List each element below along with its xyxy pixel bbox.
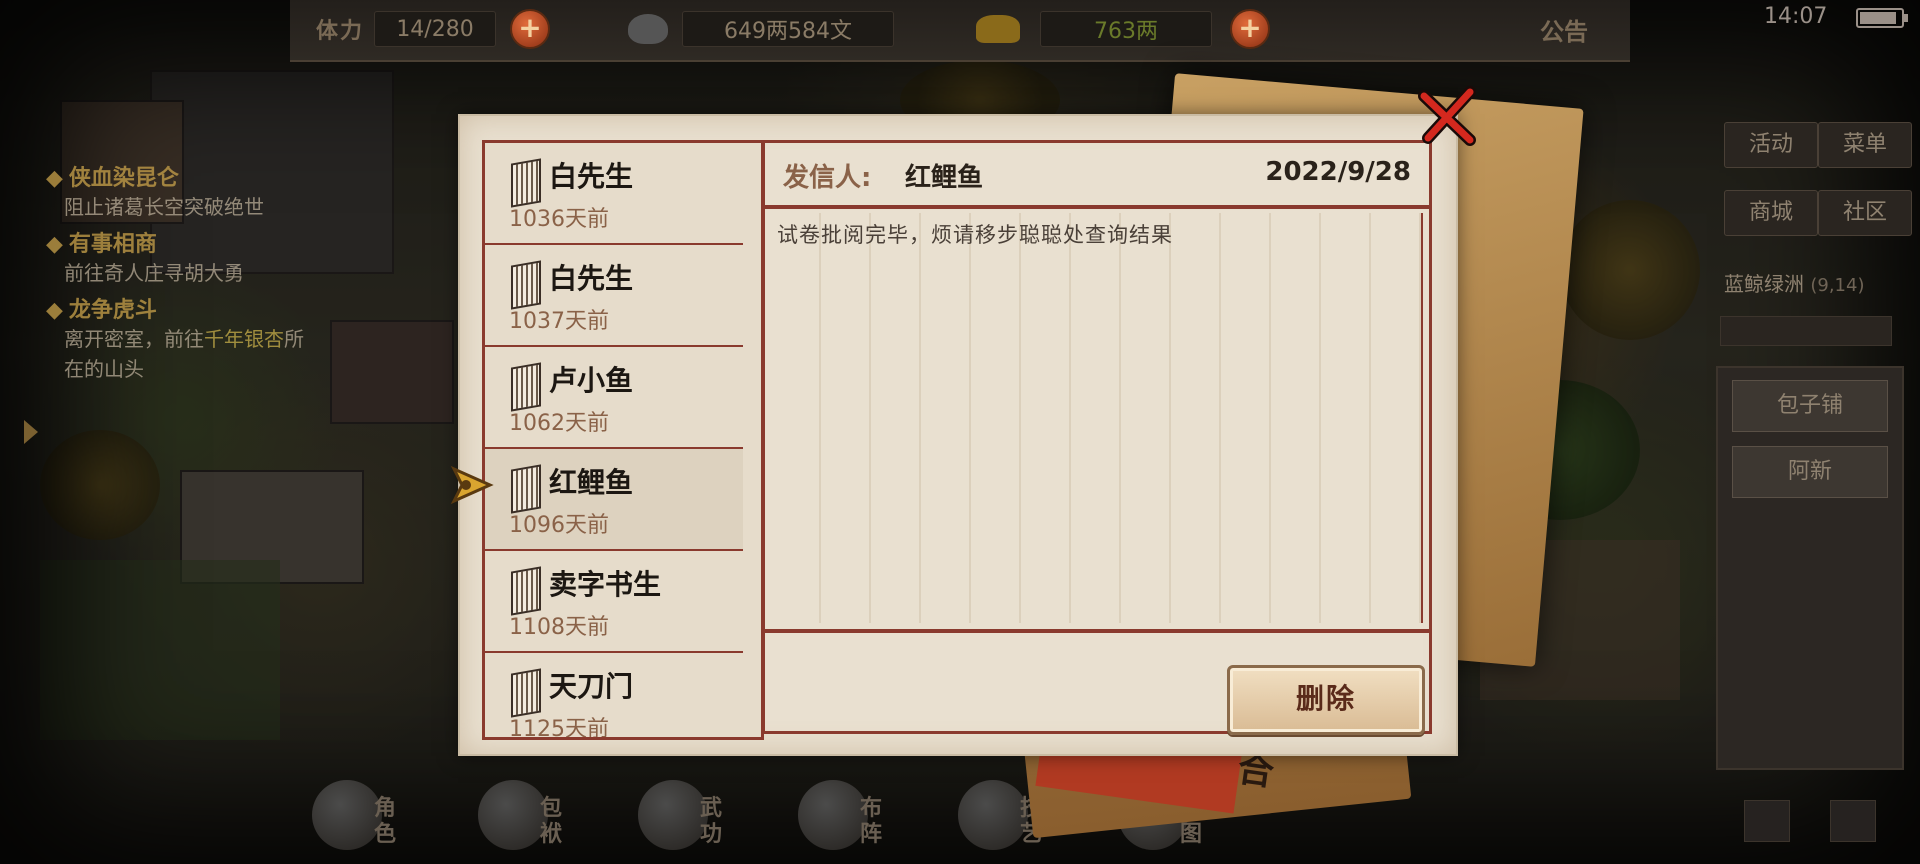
mail-sender: 白先生 xyxy=(549,160,634,193)
location-label[interactable]: 蓝鲸绿洲 (9,14) xyxy=(1724,268,1864,297)
quest-highlight: 千年银杏 xyxy=(204,327,284,351)
notice-button[interactable]: 公告 xyxy=(1540,12,1588,47)
close-icon[interactable] xyxy=(1416,84,1480,148)
nav-bag[interactable]: 包袱 xyxy=(470,770,590,860)
diamond-icon: ◆ xyxy=(46,298,63,323)
mail-age: 1108天前 xyxy=(509,615,609,640)
npc-item-axin[interactable]: 阿新 xyxy=(1732,446,1888,498)
activity-button[interactable]: 活动 xyxy=(1724,122,1818,168)
npc-panel: 包子铺 阿新 xyxy=(1716,366,1904,770)
nav-character[interactable]: 角色 xyxy=(304,770,424,860)
mail-age: 1125天前 xyxy=(509,717,609,740)
money-group: 649两584文 xyxy=(628,10,894,48)
mail-list-item[interactable]: 天刀门 1125天前 xyxy=(485,653,743,740)
mail-sender: 白先生 xyxy=(549,262,634,295)
money-bag-icon xyxy=(628,14,668,44)
add-gold-button[interactable]: + xyxy=(1230,9,1270,49)
mail-list-item[interactable]: 卖字书生 1108天前 xyxy=(485,551,743,653)
quest-tracker[interactable]: ◆ 侠血染昆仑 阻止诸葛长空突破绝世 ◆ 有事相商 前往奇人庄寻胡大勇 ◆ 龙争虎斗 … xyxy=(46,156,316,384)
mail-age: 1062天前 xyxy=(509,411,609,436)
mail-sender: 天刀门 xyxy=(549,670,634,703)
mail-footer-divider xyxy=(765,629,1429,633)
menu-button[interactable]: 菜单 xyxy=(1818,122,1912,168)
quest-title[interactable]: ◆ 有事相商 xyxy=(46,226,316,258)
selection-pointer-icon xyxy=(450,465,494,505)
mail-header: 发信人: 红鲤鱼 2022/9/28 xyxy=(765,143,1429,209)
mail-list-item-selected[interactable]: 红鲤鱼 1096天前 xyxy=(485,449,743,551)
nav-formation[interactable]: 布阵 xyxy=(790,770,910,860)
community-button[interactable]: 社区 xyxy=(1818,190,1912,236)
mail-date: 2022/9/28 xyxy=(1265,157,1411,187)
mail-age: 1037天前 xyxy=(509,309,609,334)
bottom-nav-bar: 角色 包袱 武功 布阵 技艺 地图 xyxy=(300,770,1680,864)
stamina-label: 体力 xyxy=(316,19,365,44)
bag-icon xyxy=(478,780,548,850)
quest-desc: 前往奇人庄寻胡大勇 xyxy=(64,261,244,285)
sender-name: 红鲤鱼 xyxy=(905,163,984,193)
shop-button[interactable]: 商城 xyxy=(1724,190,1818,236)
delete-button[interactable]: 删除 xyxy=(1227,665,1425,735)
mail-sender: 卖字书生 xyxy=(549,568,662,601)
diamond-icon: ◆ xyxy=(46,232,63,257)
npc-item-baozipu[interactable]: 包子铺 xyxy=(1732,380,1888,432)
mail-dialog: 白先生 1036天前 白先生 1037天前 卢小鱼 1062天前 红鲤鱼 109… xyxy=(458,114,1458,756)
nav-martial[interactable]: 武功 xyxy=(630,770,750,860)
quest-desc: 阻止诸葛长空突破绝世 xyxy=(64,195,264,219)
bagua-icon xyxy=(798,780,868,850)
quest-title[interactable]: ◆ 侠血染昆仑 xyxy=(46,160,316,192)
minimap-strip[interactable] xyxy=(1720,316,1892,346)
mail-age: 1096天前 xyxy=(509,513,609,538)
mail-sender: 卢小鱼 xyxy=(549,364,634,397)
mail-sender: 红鲤鱼 xyxy=(549,466,634,499)
mail-list[interactable]: 白先生 1036天前 白先生 1037天前 卢小鱼 1062天前 红鲤鱼 109… xyxy=(482,140,764,740)
system-clock: 14:07 xyxy=(1764,4,1828,29)
character-icon xyxy=(312,780,382,850)
gold-ingot-icon xyxy=(976,15,1020,43)
gold-group: 763两 + xyxy=(976,9,1270,49)
mail-content-panel: 发信人: 红鲤鱼 2022/9/28 试卷批阅完毕，烦请移步聪聪处查询结果 删除 xyxy=(762,140,1432,735)
small-corner-button[interactable] xyxy=(1830,800,1876,842)
quest-title[interactable]: ◆ 龙争虎斗 xyxy=(46,292,316,324)
battery-icon xyxy=(1856,8,1908,28)
small-corner-button[interactable] xyxy=(1744,800,1790,842)
expand-arrow-icon[interactable] xyxy=(24,420,38,444)
mail-list-item[interactable]: 卢小鱼 1062天前 xyxy=(485,347,743,449)
diamond-icon: ◆ xyxy=(46,166,63,191)
mail-list-item[interactable]: 白先生 1037天前 xyxy=(485,245,743,347)
mail-list-item[interactable]: 白先生 1036天前 xyxy=(485,143,743,245)
quest-desc: 离开密室，前往千年银杏所在的山头 xyxy=(64,327,304,381)
sender-label: 发信人: xyxy=(783,163,872,193)
cauldron-icon xyxy=(958,780,1028,850)
books-icon xyxy=(638,780,708,850)
add-stamina-button[interactable]: + xyxy=(510,9,551,49)
top-resource-bar: 体力 14/280 + 649两584文 763两 + 公告 xyxy=(290,0,1630,62)
stamina-group: 体力 14/280 + xyxy=(316,9,551,49)
mail-body-text: 试卷批阅完毕，烦请移步聪聪处查询结果 xyxy=(777,223,1173,247)
mail-body-area: 试卷批阅完毕，烦请移步聪聪处查询结果 xyxy=(771,213,1423,623)
stamina-value: 14/280 xyxy=(374,11,497,47)
gold-value: 763两 xyxy=(1040,11,1212,47)
money-value: 649两584文 xyxy=(682,11,894,47)
mail-age: 1036天前 xyxy=(509,207,609,232)
